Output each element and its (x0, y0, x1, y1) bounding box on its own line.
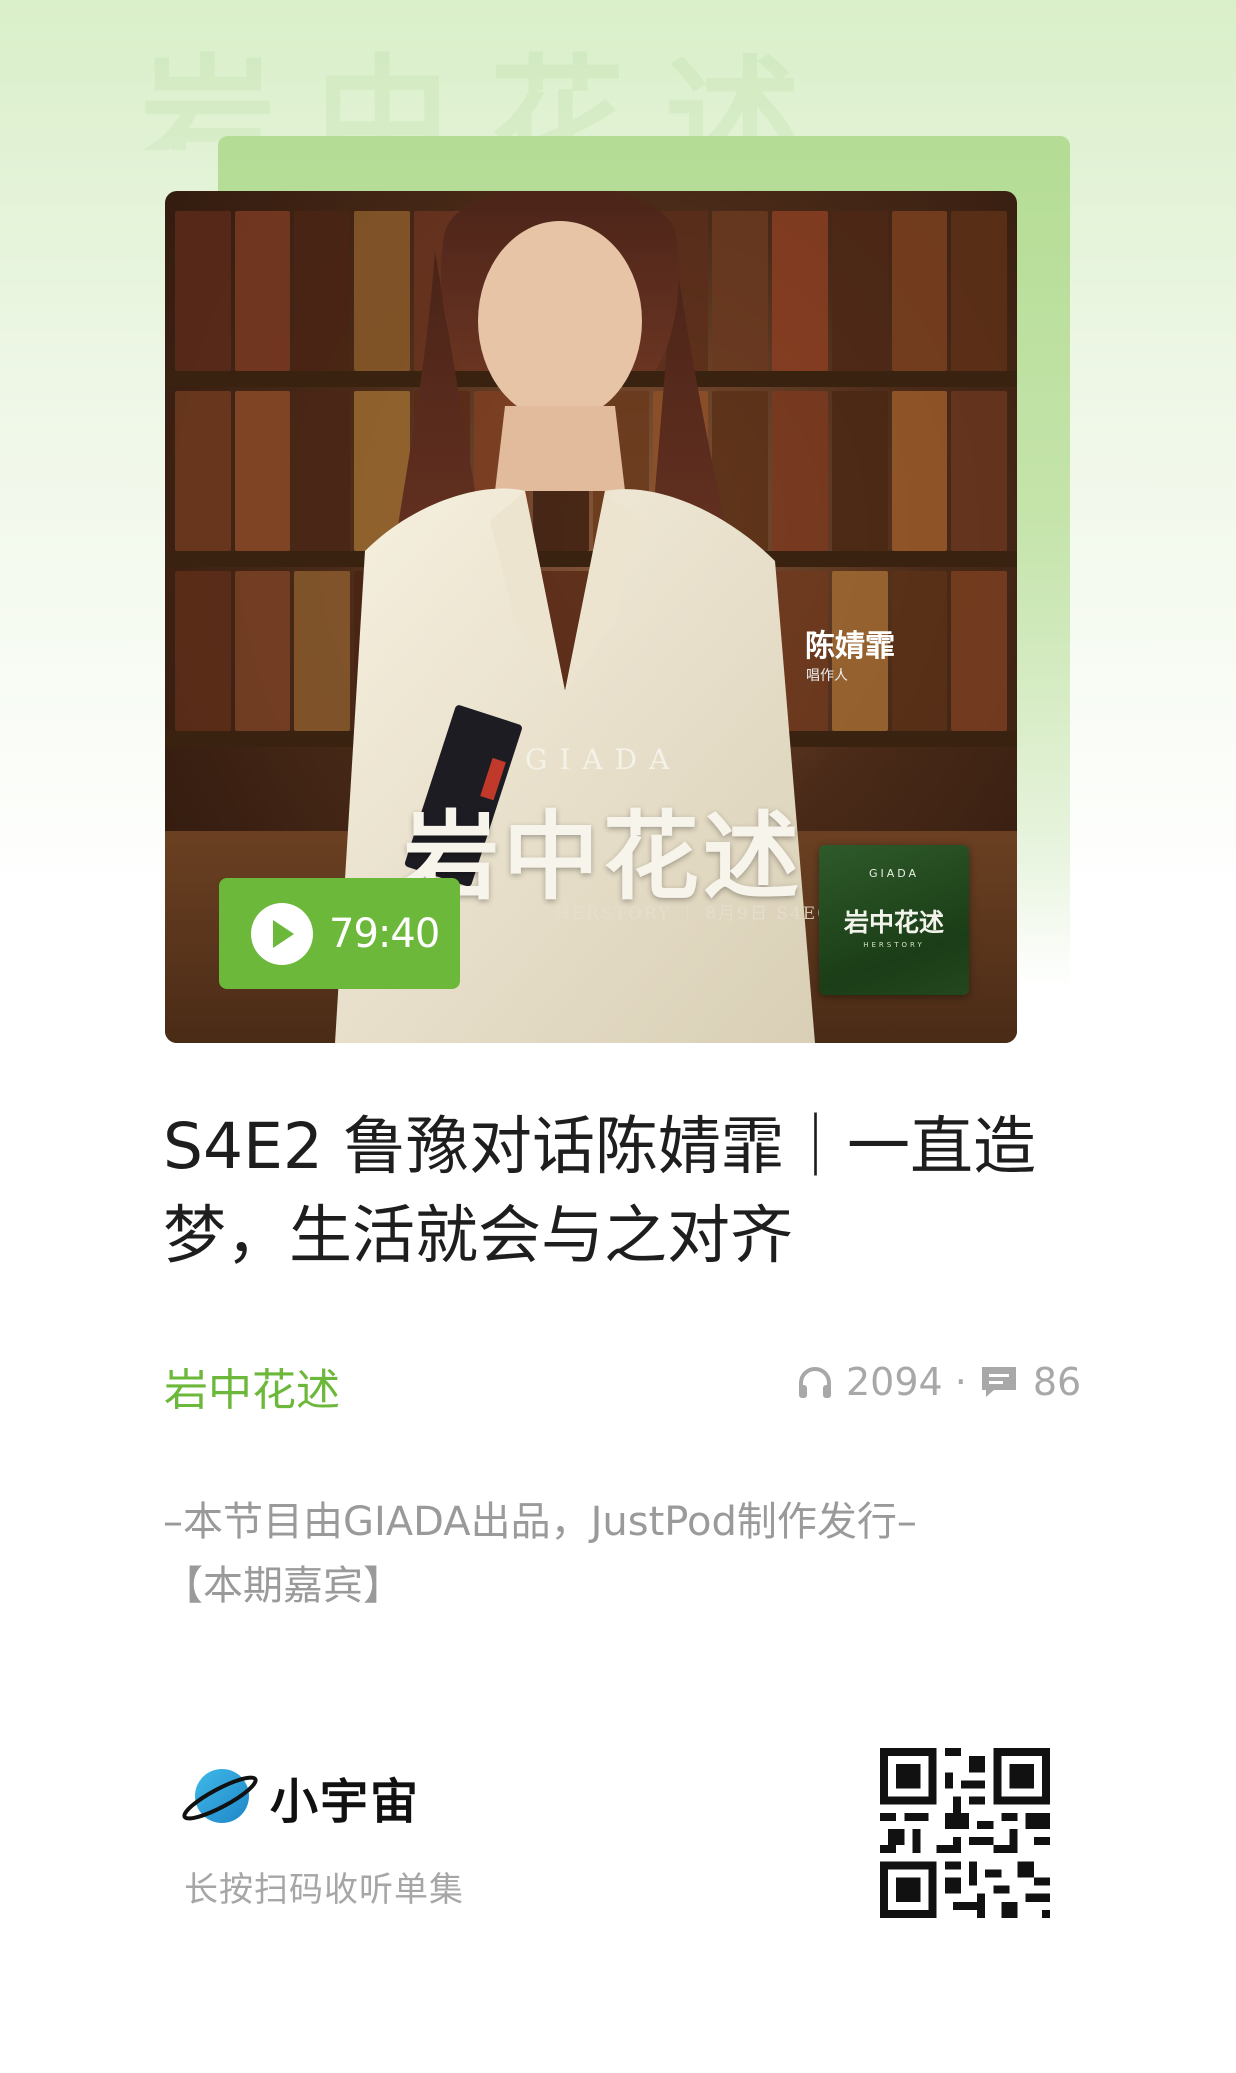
episode-duration: 79:40 (329, 910, 440, 957)
app-name: 小宇宙 (270, 1774, 421, 1830)
comment-icon (979, 1364, 1019, 1400)
background-watermark: 岩中花述 (140, 40, 840, 150)
episode-stats: 2094 · 86 (796, 1358, 1081, 1406)
episode-description: –本节目由GIADA出品，JustPod制作发行– 【本期嘉宾】 (163, 1490, 1083, 1618)
episode-title: S4E2 鲁豫对话陈婧霏｜一直造梦，生活就会与之对齐 (163, 1110, 1036, 1272)
qr-code[interactable] (880, 1748, 1050, 1918)
thumbnail-brand: GIADA (868, 867, 920, 880)
podcast-name-link[interactable]: 岩中花述 (164, 1354, 340, 1418)
thumbnail-title: 岩中花述 (843, 908, 944, 937)
cover-show-title: 岩中花述 (403, 800, 803, 913)
stats-separator: · (954, 1360, 967, 1404)
guest-role: 唱作人 (806, 668, 848, 684)
description-line: –本节目由GIADA出品，JustPod制作发行– (163, 1499, 917, 1545)
planet-icon (182, 1769, 258, 1823)
comment-count: 86 (1032, 1360, 1082, 1404)
cover-thumbnail: GIADA 岩中花述 HERSTORY (819, 845, 969, 995)
thumbnail-subtitle: HERSTORY (863, 941, 925, 949)
app-logo: 小宇宙 (180, 1762, 420, 1832)
description-line: 【本期嘉宾】 (163, 1563, 403, 1609)
cover-meta: HERSTORY ｜ 8月9日 S4E02 (555, 904, 843, 924)
scan-hint: 长按扫码收听单集 (184, 1870, 464, 1910)
headphones-icon (796, 1363, 834, 1401)
play-button[interactable]: 79:40 (219, 878, 460, 989)
guest-name: 陈婧霏 (805, 629, 895, 664)
play-icon (251, 902, 313, 965)
listen-count: 2094 (846, 1360, 943, 1404)
cover-brand: GIADA (525, 743, 682, 776)
